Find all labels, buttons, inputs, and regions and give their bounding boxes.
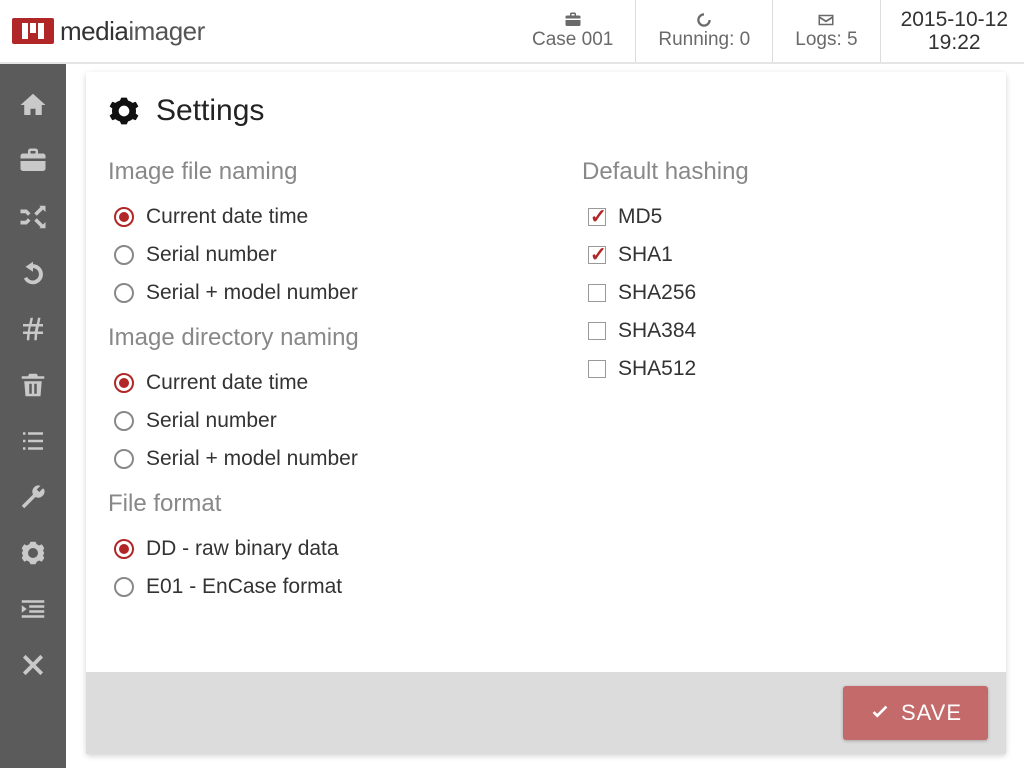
option-label: Serial number (146, 409, 277, 433)
image-file-naming-option[interactable]: Current date time (108, 198, 502, 236)
gear-icon (18, 538, 48, 568)
image-dir-naming-option[interactable]: Current date time (108, 364, 502, 402)
radio-icon (114, 207, 134, 227)
undo-icon (18, 258, 48, 288)
logs-label: Logs: 5 (795, 29, 857, 51)
option-label: SHA512 (618, 357, 696, 381)
nav-tools[interactable] (14, 478, 52, 516)
option-label: SHA256 (618, 281, 696, 305)
option-label: Current date time (146, 205, 308, 229)
image-dir-naming-option[interactable]: Serial + model number (108, 440, 502, 478)
indent-icon (18, 594, 48, 624)
radio-icon (114, 539, 134, 559)
home-icon (18, 90, 48, 120)
time-label: 19:22 (928, 31, 981, 54)
case-label: Case 001 (532, 29, 613, 51)
image-file-naming-option[interactable]: Serial number (108, 236, 502, 274)
panel-header: Settings (86, 72, 1006, 132)
radio-icon (114, 449, 134, 469)
nav-indent[interactable] (14, 590, 52, 628)
logs-status[interactable]: Logs: 5 (772, 0, 879, 62)
running-status[interactable]: Running: 0 (635, 0, 772, 62)
logo-mark-icon (12, 18, 54, 44)
datetime: 2015-10-12 19:22 (880, 0, 1012, 62)
save-button-label: SAVE (901, 700, 962, 726)
briefcase-icon (18, 146, 48, 176)
nav-home[interactable] (14, 86, 52, 124)
section-file-format: File format (108, 490, 502, 518)
option-label: MD5 (618, 205, 662, 229)
case-status[interactable]: Case 001 (510, 0, 635, 62)
radio-icon (114, 577, 134, 597)
envelope-icon (815, 11, 837, 29)
checkbox-icon (588, 322, 606, 340)
section-image-file-naming: Image file naming (108, 158, 502, 186)
image-file-naming-option[interactable]: Serial + model number (108, 274, 502, 312)
wrench-icon (18, 482, 48, 512)
hashing-option[interactable]: SHA1 (582, 236, 976, 274)
option-label: DD - raw binary data (146, 537, 339, 561)
nav-settings[interactable] (14, 534, 52, 572)
logo-text: mediaimager (60, 16, 205, 47)
radio-icon (114, 411, 134, 431)
nav-shuffle[interactable] (14, 198, 52, 236)
panel-title: Settings (156, 94, 264, 128)
checkbox-icon (588, 246, 606, 264)
radio-icon (114, 245, 134, 265)
radio-icon (114, 373, 134, 393)
shuffle-icon (18, 202, 48, 232)
hashing-option[interactable]: MD5 (582, 198, 976, 236)
nav-close[interactable] (14, 646, 52, 684)
option-label: Serial + model number (146, 281, 358, 305)
hash-icon (18, 314, 48, 344)
panel-footer: SAVE (86, 672, 1006, 754)
panel-body: Image file naming Current date time Seria… (86, 132, 1006, 672)
check-icon (869, 702, 891, 724)
running-label: Running: 0 (658, 29, 750, 51)
trash-icon (18, 370, 48, 400)
nav-case[interactable] (14, 142, 52, 180)
section-image-dir-naming: Image directory naming (108, 324, 502, 352)
section-default-hashing: Default hashing (582, 158, 976, 186)
spinner-icon (693, 11, 715, 29)
nav-undo[interactable] (14, 254, 52, 292)
option-label: Serial + model number (146, 447, 358, 471)
list-icon (18, 426, 48, 456)
checkbox-icon (588, 360, 606, 378)
hashing-option[interactable]: SHA384 (582, 312, 976, 350)
save-button[interactable]: SAVE (843, 686, 988, 740)
option-label: Current date time (146, 371, 308, 395)
nav-hash[interactable] (14, 310, 52, 348)
close-icon (18, 650, 48, 680)
hashing-option[interactable]: SHA256 (582, 274, 976, 312)
file-format-option[interactable]: DD - raw binary data (108, 530, 502, 568)
checkbox-icon (588, 284, 606, 302)
app-header: mediaimager Case 001 Running: 0 Logs: 5 … (0, 0, 1024, 64)
settings-panel: Settings Image file naming Current date … (86, 72, 1006, 754)
option-label: Serial number (146, 243, 277, 267)
nav-trash[interactable] (14, 366, 52, 404)
radio-icon (114, 283, 134, 303)
file-format-option[interactable]: E01 - EnCase format (108, 568, 502, 606)
nav-list[interactable] (14, 422, 52, 460)
sidebar (0, 64, 66, 768)
option-label: SHA1 (618, 243, 673, 267)
gear-icon (108, 95, 140, 127)
date-label: 2015-10-12 (901, 8, 1008, 31)
image-dir-naming-option[interactable]: Serial number (108, 402, 502, 440)
hashing-option[interactable]: SHA512 (582, 350, 976, 388)
app-logo: mediaimager (12, 16, 205, 47)
checkbox-icon (588, 208, 606, 226)
briefcase-icon (562, 11, 584, 29)
option-label: SHA384 (618, 319, 696, 343)
option-label: E01 - EnCase format (146, 575, 342, 599)
